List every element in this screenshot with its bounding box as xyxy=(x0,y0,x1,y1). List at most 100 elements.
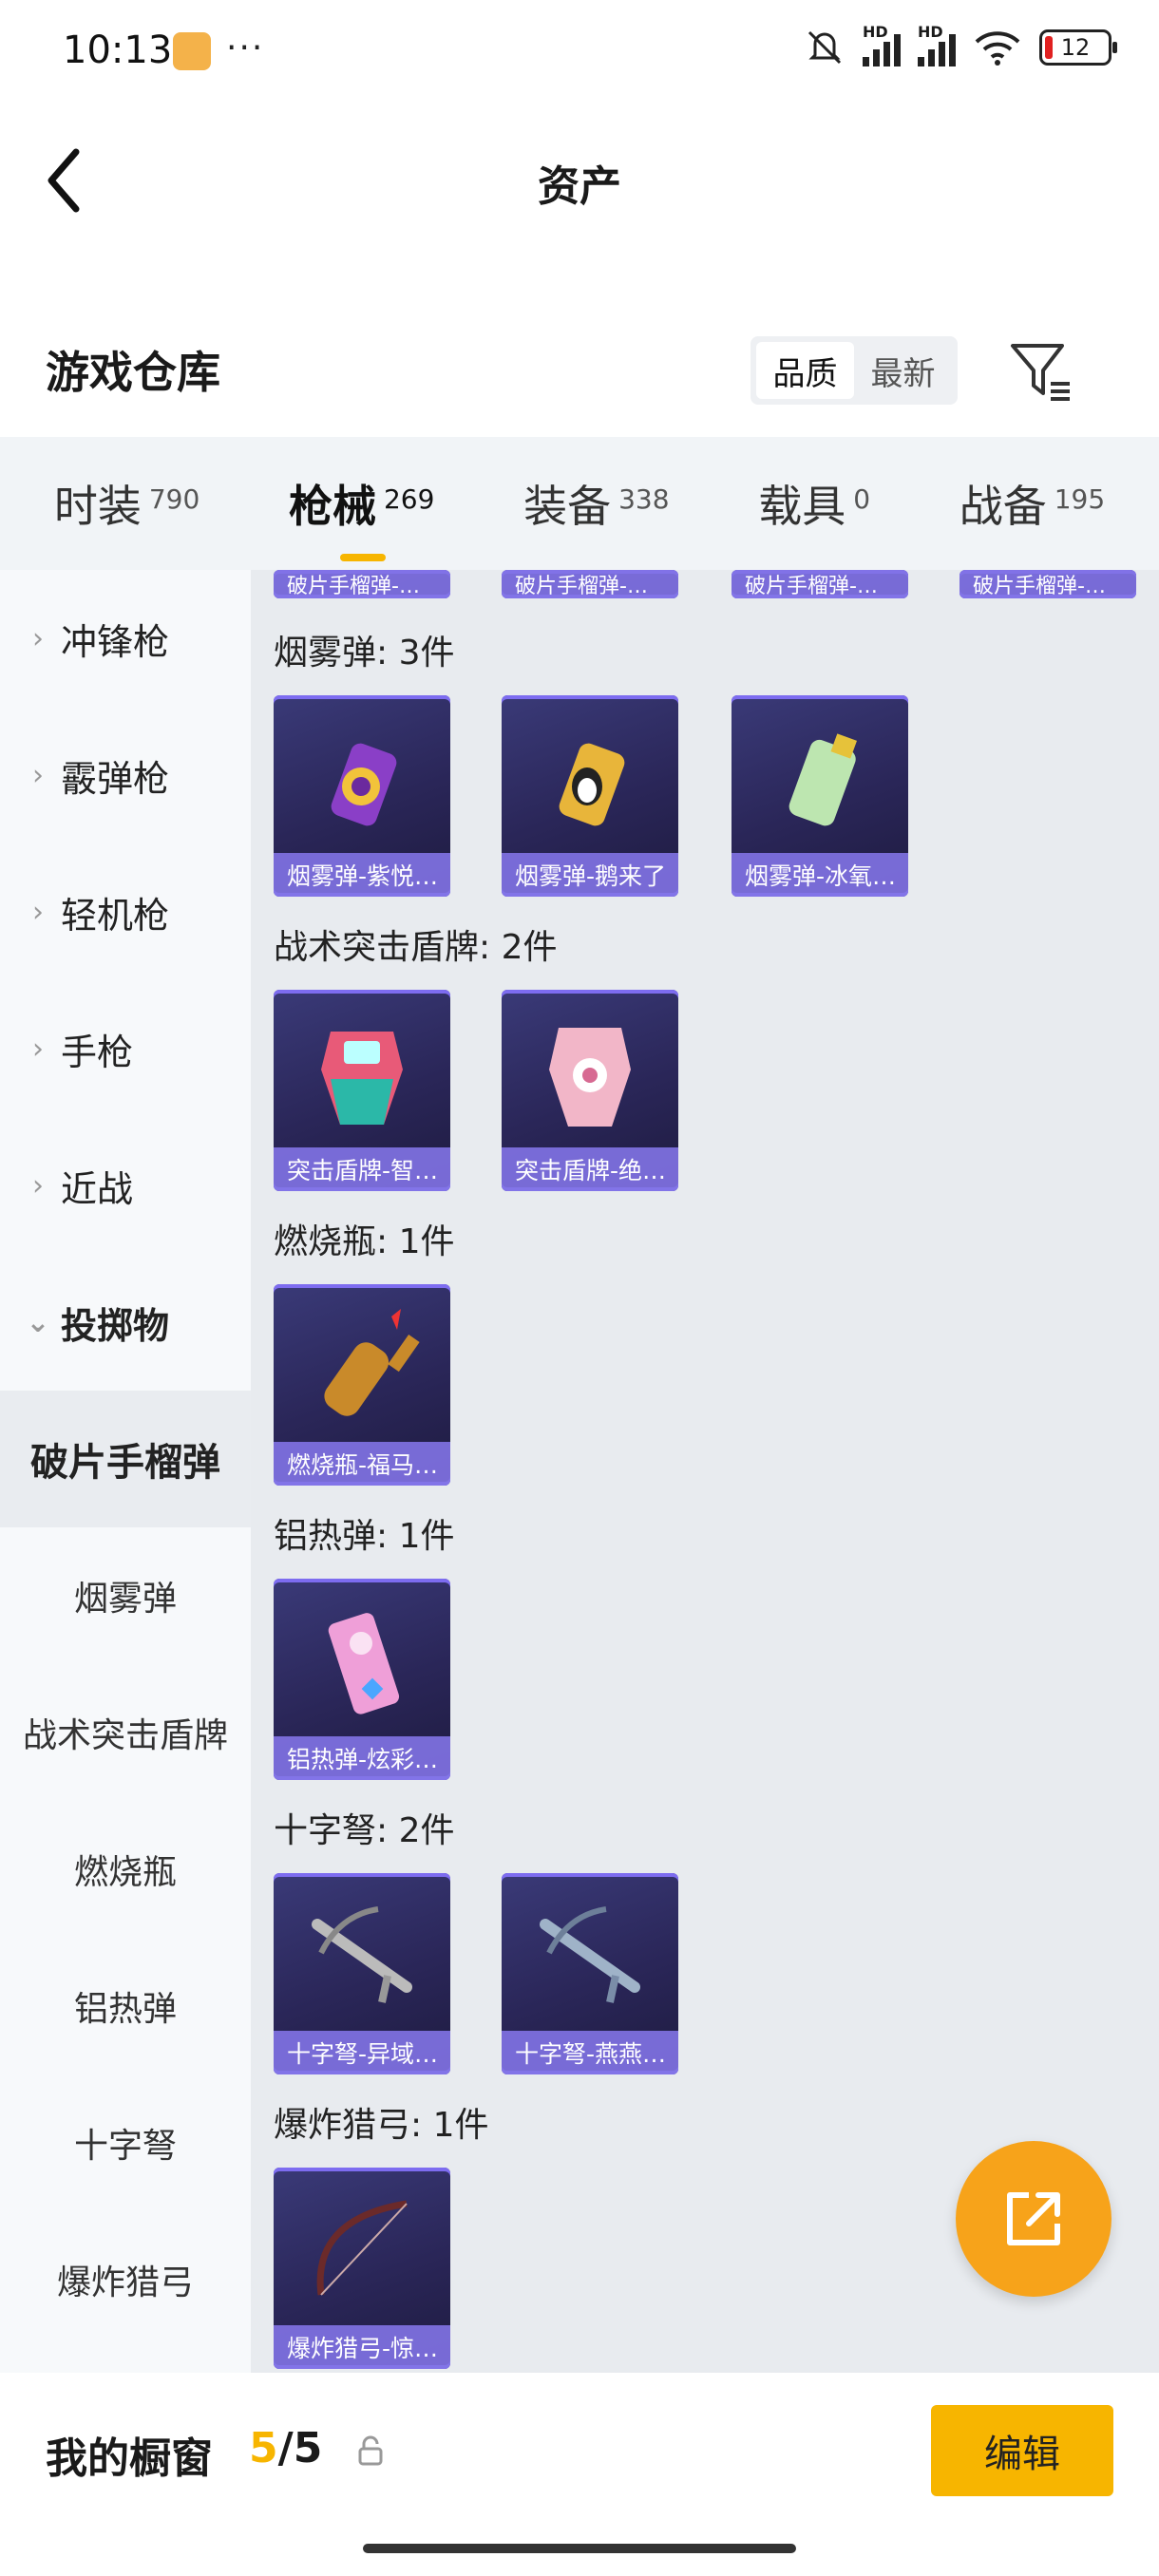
item-card[interactable]: 爆炸猎弓-惊… xyxy=(274,2168,450,2369)
item-caption: 十字弩-异域… xyxy=(274,2031,450,2074)
sidebar: › 冲锋枪 › 霰弹枪 › 轻机枪 › 手枪 › 近战 ⌄ 投掷物 破片手榴弹 烟雾弹 战术… xyxy=(0,570,251,2373)
tab-count: 790 xyxy=(148,483,200,515)
item-caption: 十字弩-燕燕… xyxy=(502,2031,678,2074)
sidebar-sub-crossbow[interactable]: 十字弩 xyxy=(0,2074,251,2211)
status-bar: 10:13 ··· HD HD 12 xyxy=(0,0,1159,104)
tab-guns[interactable]: 枪械 269 xyxy=(288,472,435,561)
sidebar-sub-thermite[interactable]: 铝热弹 xyxy=(0,1938,251,2074)
sidebar-item-melee[interactable]: › 近战 xyxy=(0,1117,251,1254)
tab-count: 269 xyxy=(383,483,435,515)
share-icon xyxy=(1007,2192,1060,2245)
sidebar-item-smg[interactable]: › 冲锋枪 xyxy=(0,570,251,707)
sidebar-item-shotgun[interactable]: › 霰弹枪 xyxy=(0,707,251,843)
sidebar-sub-shield[interactable]: 战术突击盾牌 xyxy=(0,1664,251,1801)
tab-equipment[interactable]: 装备 338 xyxy=(523,472,669,535)
tab-vehicles[interactable]: 载具 0 xyxy=(758,472,870,535)
item-caption: 破片手榴弹-… xyxy=(960,570,1136,598)
chevron-right-icon: › xyxy=(32,895,44,929)
showcase-bar: 我的橱窗 5/5 编辑 xyxy=(0,2373,1159,2576)
warehouse-row: 游戏仓库 品质 最新 xyxy=(0,313,1159,427)
sidebar-sub-frag-grenade[interactable]: 破片手榴弹 xyxy=(0,1391,251,1527)
bow-icon xyxy=(316,2200,408,2296)
section-title: 十字弩: 2件 xyxy=(274,1811,455,1850)
showcase-count: 5/5 xyxy=(249,2424,322,2472)
item-card[interactable]: 十字弩-燕燕… xyxy=(502,1873,678,2074)
tab-supplies[interactable]: 战备 195 xyxy=(960,472,1105,535)
item-caption: 破片手榴弹-… xyxy=(502,570,678,598)
section-title: 铝热弹: 1件 xyxy=(274,1517,455,1556)
section-title: 战术突击盾牌: 2件 xyxy=(274,928,558,967)
item-caption: 突击盾牌-绝… xyxy=(502,1147,678,1191)
sidebar-sub-explosive-bow[interactable]: 爆炸猎弓 xyxy=(0,2211,251,2348)
sidebar-item-label: 近战 xyxy=(61,1167,134,1210)
tab-label: 装备 xyxy=(523,481,612,532)
item-card[interactable]: 破片手榴弹-… xyxy=(274,570,450,598)
page-title: 资产 xyxy=(538,162,621,211)
category-tabs: 时装 790 枪械 269 装备 338 载具 0 战备 195 xyxy=(0,437,1159,570)
sidebar-item-label: 轻机枪 xyxy=(61,894,170,937)
sidebar-item-throwables[interactable]: ⌄ 投掷物 xyxy=(0,1254,251,1391)
tab-label: 枪械 xyxy=(288,481,376,532)
item-card[interactable]: 突击盾牌-绝… xyxy=(502,990,678,1191)
items-grid: 破片手榴弹-… 破片手榴弹-… 破片手榴弹-… 破片手榴弹-… 烟雾弹: 3件 … xyxy=(251,570,1159,2373)
molotov-icon xyxy=(324,1309,420,1416)
item-card[interactable]: 破片手榴弹-… xyxy=(960,570,1136,598)
sort-newest[interactable]: 最新 xyxy=(854,342,952,399)
home-indicator[interactable] xyxy=(363,2544,796,2553)
sidebar-sub-smoke[interactable]: 烟雾弹 xyxy=(0,1527,251,1664)
shield-icon xyxy=(549,1028,631,1127)
sort-toggle: 品质 最新 xyxy=(750,336,958,405)
item-caption: 烟雾弹-鹅来了 xyxy=(502,853,678,897)
mute-icon xyxy=(808,30,842,65)
sidebar-item-label: 投掷物 xyxy=(61,1304,170,1347)
sidebar-item-pistol[interactable]: › 手枪 xyxy=(0,980,251,1117)
header: 资产 xyxy=(0,104,1159,247)
smoke-grenade-icon xyxy=(559,743,625,826)
filter-icon[interactable] xyxy=(1007,338,1074,405)
more-notifications-icon: ··· xyxy=(226,28,265,67)
item-caption: 破片手榴弹-… xyxy=(274,570,450,598)
sidebar-item-lmg[interactable]: › 轻机枪 xyxy=(0,843,251,980)
item-card[interactable]: 燃烧瓶-福马… xyxy=(274,1284,450,1486)
edit-button[interactable]: 编辑 xyxy=(931,2405,1113,2496)
item-card[interactable]: 铝热弹-炫彩… xyxy=(274,1579,450,1780)
smoke-grenade-icon xyxy=(331,743,397,826)
app-badge-icon xyxy=(173,32,211,70)
signal-2-icon: HD xyxy=(918,23,956,66)
showcase-current: 5 xyxy=(249,2424,278,2472)
tab-count: 0 xyxy=(853,483,871,515)
tab-fashion[interactable]: 时装 790 xyxy=(54,472,200,535)
thermite-icon xyxy=(328,1613,400,1714)
active-tab-indicator xyxy=(339,554,386,561)
smoke-grenade-icon xyxy=(788,733,858,826)
item-card[interactable]: 破片手榴弹-… xyxy=(732,570,908,598)
item-caption: 突击盾牌-智… xyxy=(274,1147,450,1191)
item-caption: 燃烧瓶-福马… xyxy=(274,1442,450,1486)
chevron-down-icon: ⌄ xyxy=(26,1305,50,1339)
item-card[interactable]: 十字弩-异域… xyxy=(274,1873,450,2074)
share-button[interactable] xyxy=(956,2141,1112,2297)
item-card[interactable]: 破片手榴弹-… xyxy=(502,570,678,598)
lock-icon xyxy=(358,2435,383,2466)
item-card[interactable]: 烟雾弹-紫悦… xyxy=(274,695,450,897)
tab-label: 时装 xyxy=(53,481,142,532)
item-card[interactable]: 烟雾弹-冰氧… xyxy=(732,695,908,897)
tab-label: 载具 xyxy=(758,481,846,532)
sidebar-item-label: 冲锋枪 xyxy=(61,620,170,663)
hd-label: HD xyxy=(863,23,888,41)
crossbow-icon xyxy=(540,1906,640,2003)
battery-level: 12 xyxy=(1060,34,1091,61)
section-title: 爆炸猎弓: 1件 xyxy=(274,2106,489,2145)
showcase-label: 我的橱窗 xyxy=(46,2434,213,2483)
item-caption: 爆炸猎弓-惊… xyxy=(274,2325,450,2369)
sort-quality[interactable]: 品质 xyxy=(756,342,854,399)
chevron-right-icon: › xyxy=(32,1168,44,1203)
sidebar-item-label: 霰弹枪 xyxy=(61,757,170,800)
item-card[interactable]: 突击盾牌-智… xyxy=(274,990,450,1191)
item-caption: 铝热弹-炫彩… xyxy=(274,1736,450,1780)
chevron-right-icon: › xyxy=(32,758,44,792)
item-card[interactable]: 烟雾弹-鹅来了 xyxy=(502,695,678,897)
sidebar-sub-molotov[interactable]: 燃烧瓶 xyxy=(0,1801,251,1938)
crossbow-icon xyxy=(312,1906,412,2003)
shield-icon xyxy=(321,1032,403,1125)
